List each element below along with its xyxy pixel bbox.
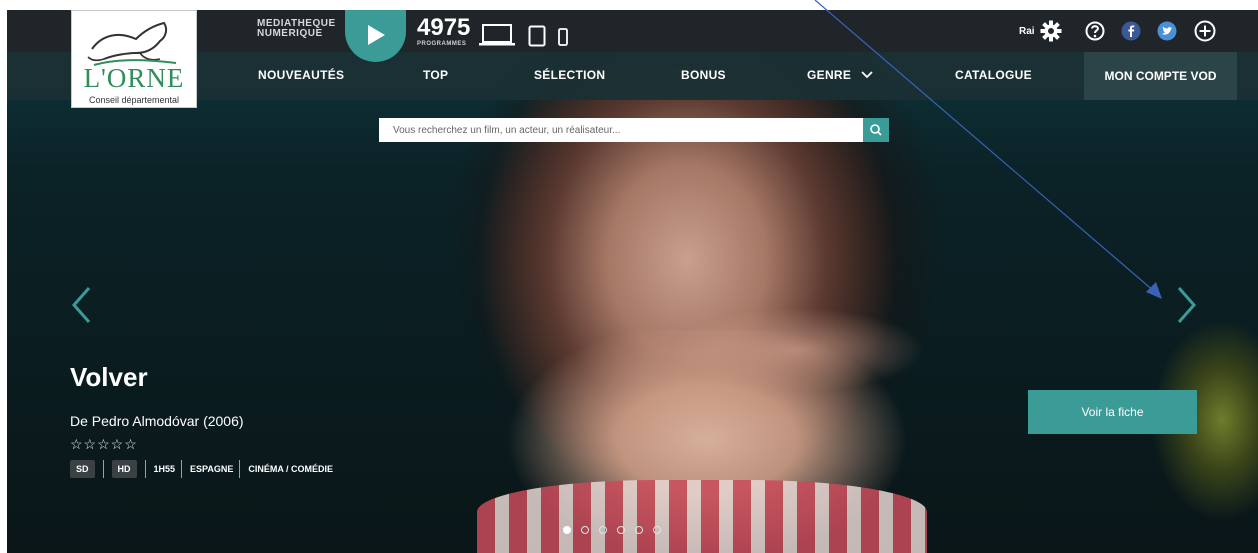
nav-top[interactable]: TOP <box>423 68 448 82</box>
nav-nouveautes[interactable]: NOUVEAUTÉS <box>258 68 344 82</box>
mediatheque-line2: NUMERIQUE <box>257 28 323 39</box>
carousel-dot[interactable] <box>599 526 607 534</box>
tag-separator <box>102 460 104 478</box>
rating-stars[interactable]: ☆☆☆☆☆ <box>70 436 138 453</box>
prev-arrow-icon[interactable] <box>69 285 93 325</box>
tag-country: ESPAGNE <box>190 464 234 474</box>
carousel-dots <box>563 526 661 534</box>
film-title: Volver <box>70 362 148 392</box>
twitter-icon[interactable] <box>1157 21 1177 41</box>
film-director: De Pedro Almodóvar (2006) <box>70 413 244 429</box>
tag-sd: SD <box>70 460 95 478</box>
hero-shirt <box>477 480 927 553</box>
search-button[interactable] <box>863 118 889 142</box>
logo-subtitle: Conseil départemental <box>88 95 180 105</box>
tag-separator <box>144 460 146 478</box>
film-tags: SD HD 1H55 ESPAGNE CINÉMA / COMÉDIE <box>70 459 339 479</box>
tag-genre: CINÉMA / COMÉDIE <box>248 464 334 474</box>
add-icon[interactable] <box>1194 20 1216 42</box>
nav-bonus[interactable]: BONUS <box>681 68 726 82</box>
facebook-icon[interactable] <box>1121 21 1141 41</box>
gear-icon[interactable] <box>1040 20 1062 42</box>
nav-genre[interactable]: GENRE <box>807 68 873 82</box>
horse-logo-icon <box>87 21 177 66</box>
tag-separator <box>239 460 241 478</box>
tag-hd: HD <box>111 460 137 478</box>
carousel-dot[interactable] <box>635 526 643 534</box>
program-count: 4975 <box>417 14 471 41</box>
voir-la-fiche-button[interactable]: Voir la fiche <box>1028 390 1197 434</box>
help-icon[interactable] <box>1085 21 1105 41</box>
next-arrow-icon[interactable] <box>1175 285 1199 325</box>
mediatheque-link[interactable]: MEDIATHEQUE NUMERIQUE <box>257 19 336 39</box>
search-input[interactable] <box>379 118 839 142</box>
mon-compte-vod-button[interactable]: MON COMPTE VOD <box>1084 52 1237 100</box>
carousel-dot[interactable] <box>581 526 589 534</box>
carousel-dot[interactable] <box>617 526 625 534</box>
search-icon <box>870 124 882 136</box>
page-frame: L'ORNE Conseil départemental MEDIATHEQUE… <box>7 10 1258 553</box>
play-icon <box>368 25 385 45</box>
tag-duration: 1H55 <box>153 464 176 474</box>
phone-icon[interactable] <box>558 28 568 46</box>
carousel-dot[interactable] <box>653 526 661 534</box>
logo-brand: L'ORNE <box>83 63 185 93</box>
nav-selection[interactable]: SÉLECTION <box>534 68 605 82</box>
carousel-dot[interactable] <box>563 526 571 534</box>
laptop-icon[interactable] <box>479 24 515 46</box>
tag-separator <box>181 460 183 478</box>
orne-logo[interactable]: L'ORNE Conseil départemental <box>71 10 197 108</box>
chevron-down-icon <box>861 71 873 79</box>
nav-catalogue[interactable]: CATALOGUE <box>955 68 1032 82</box>
user-name[interactable]: Rai <box>1019 26 1035 37</box>
search-box <box>379 118 889 142</box>
program-label: PROGRAMMES <box>417 41 467 47</box>
tablet-icon[interactable] <box>528 25 546 47</box>
nav-genre-label: GENRE <box>807 68 852 82</box>
